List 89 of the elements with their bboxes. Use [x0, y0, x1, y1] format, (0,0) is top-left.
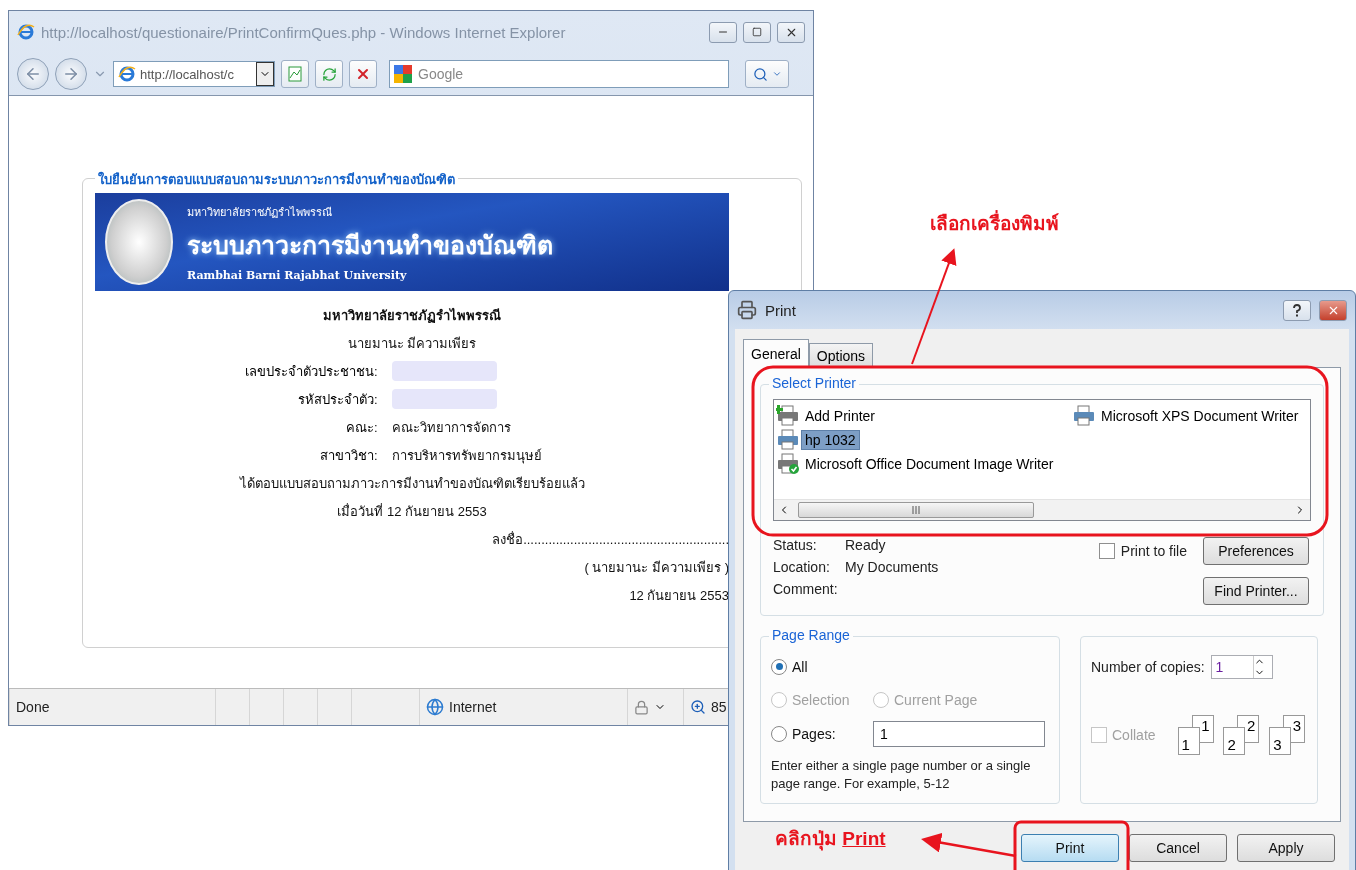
minimize-button[interactable] — [709, 21, 737, 43]
printer-item[interactable]: Microsoft Office Document Image Writer — [776, 452, 1072, 476]
group-legend: Select Printer — [769, 375, 860, 391]
add-printer-icon — [776, 405, 800, 427]
question-mark-icon — [1292, 303, 1302, 317]
printer-icon — [1072, 405, 1096, 427]
address-field[interactable]: http://localhost/c — [113, 61, 275, 87]
banner-university: มหาวิทยาลัยราชภัฏรำไพพรรณี — [187, 204, 333, 220]
info-label: Status: — [773, 537, 818, 553]
scrollbar-thumb[interactable] — [798, 502, 1034, 518]
back-button[interactable] — [17, 58, 49, 90]
copies-spinner[interactable]: 1 — [1210, 655, 1273, 679]
dialog-tab[interactable]: General — [743, 339, 809, 368]
info-value: Ready — [845, 537, 887, 553]
radio-option[interactable]: Pages: — [771, 726, 853, 742]
collate-page: 2 — [1223, 727, 1246, 755]
dialog-title: Print — [765, 301, 797, 319]
printer-item[interactable]: Microsoft XPS Document Writer — [1072, 404, 1308, 428]
annotation-text: คลิกปุ่ม Print — [775, 827, 886, 853]
collate-page: 3 — [1269, 727, 1292, 755]
stop-button[interactable] — [349, 60, 377, 88]
refresh-icon — [321, 66, 337, 82]
printer-icon — [776, 429, 800, 451]
forward-button[interactable] — [55, 58, 87, 90]
preferences-button[interactable]: Preferences — [1203, 537, 1309, 565]
print-to-file-checkbox[interactable]: Print to file — [1098, 543, 1187, 559]
field-value: คณะวิทยาการจัดการ — [392, 418, 512, 437]
radio-option[interactable]: All — [771, 658, 853, 675]
field-colon: : — [374, 391, 379, 407]
browser-logo-icon — [118, 65, 136, 83]
caret-icon — [771, 69, 782, 79]
collate-page: 1 — [1177, 727, 1200, 755]
info-value: My Documents — [845, 559, 940, 575]
zoom-icon — [690, 699, 706, 715]
search-provider-icon — [394, 65, 412, 83]
stop-icon — [355, 66, 371, 82]
close-button[interactable] — [777, 21, 805, 43]
form-heading: มหาวิทยาลัยราชภัฏรำไพพรรณี — [323, 306, 501, 325]
dialog-button[interactable]: Apply — [1237, 834, 1335, 862]
printer-check-icon — [776, 453, 800, 475]
banner-title: ระบบภาวะการมีงานทำของบัณฑิต — [187, 229, 553, 261]
field-colon: : — [374, 447, 379, 463]
find-printer-button[interactable]: Find Printer... — [1203, 577, 1309, 605]
maximize-icon — [752, 27, 762, 37]
printer-icon — [737, 300, 757, 320]
field-label: เลขประจำตัวประชาชน — [244, 362, 374, 381]
signature-line: ลงชื่อ......................................................... — [492, 530, 729, 549]
banner-english: Rambhai Barni Rajabhat University — [187, 268, 408, 282]
confirmation-text: ได้ตอบแบบสอบถามภาวะการมีงานทำของบัณฑิตเรียบร้อยแล้ว — [239, 474, 585, 493]
zoom-level: 85 — [711, 699, 727, 715]
respondent-name: นายมานะ มีความเพียร — [347, 334, 477, 353]
search-button[interactable] — [745, 60, 789, 88]
hint-text: Enter either a single page number or a single page range. For example, 5-12 — [771, 757, 1032, 793]
field-label: สาขาวิชา — [319, 446, 374, 465]
search-icon — [752, 66, 768, 82]
forward-arrow-icon — [62, 65, 80, 83]
refresh-button[interactable] — [315, 60, 343, 88]
close-button[interactable] — [1319, 299, 1347, 321]
signed-date: 12 กันยายน 2553 — [629, 586, 729, 605]
printer-item[interactable]: hp 1032 — [776, 428, 1072, 452]
field-colon: : — [374, 363, 379, 379]
grip-icon — [911, 506, 921, 514]
annotation-text: เลือกเครื่องพิมพ์ — [930, 208, 1059, 238]
field-label: คณะ — [345, 418, 374, 437]
field-label: รหัสประจำตัว — [297, 390, 374, 409]
window-title: http://localhost/questionaire/PrintConfirmQues.php - Windows Internet Explorer — [41, 23, 567, 41]
protected-mode-icon — [634, 699, 649, 715]
group-legend: Page Range — [769, 627, 853, 643]
info-label: Comment: — [773, 581, 839, 597]
compatibility-button[interactable] — [281, 60, 309, 88]
dialog-button[interactable]: Print — [1021, 834, 1119, 862]
search-field[interactable]: Google — [389, 60, 729, 88]
dialog-button[interactable]: Cancel — [1129, 834, 1227, 862]
status-text: Done — [16, 699, 50, 715]
zone-text: Internet — [449, 699, 497, 715]
help-button[interactable] — [1283, 299, 1311, 321]
globe-icon — [426, 698, 444, 716]
pages-field[interactable]: 1 — [873, 721, 1045, 747]
copies-label: Number of copies: — [1091, 659, 1205, 675]
info-label: Location: — [773, 559, 831, 575]
field-colon: : — [374, 419, 379, 435]
dropdown-button[interactable] — [256, 62, 274, 86]
date-text: เมื่อวันที่ 12 กันยายน 2553 — [337, 502, 487, 521]
browser-logo-icon — [17, 23, 35, 41]
page-graph-icon — [287, 66, 303, 82]
signer-name: ( นายมานะ มีความเพียร ) — [584, 558, 729, 577]
printer-item[interactable]: Add Printer — [776, 404, 1072, 428]
maximize-button[interactable] — [743, 21, 771, 43]
field-value: การบริหารทรัพยากรมนุษย์ — [392, 446, 543, 466]
